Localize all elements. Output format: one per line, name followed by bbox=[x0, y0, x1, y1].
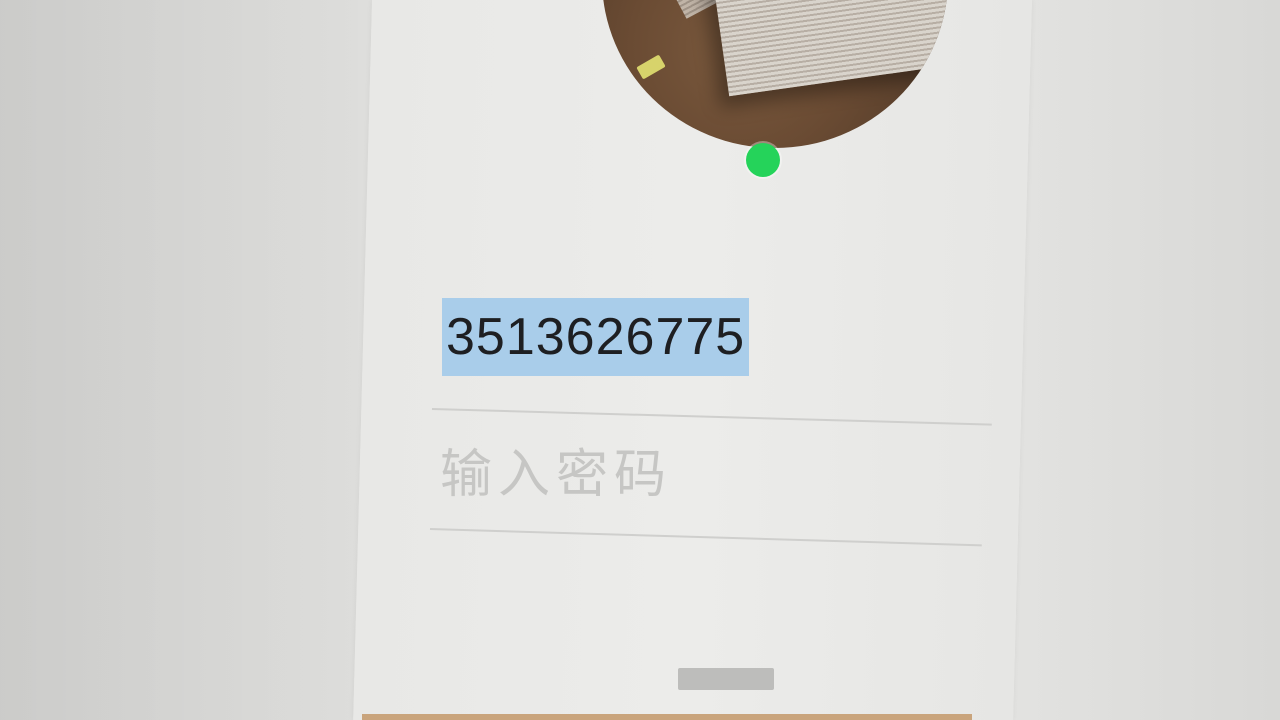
password-field[interactable]: 输入密码 bbox=[436, 430, 976, 520]
online-status-icon bbox=[746, 143, 780, 177]
avatar-bookmark-tab bbox=[636, 54, 666, 80]
avatar-book-page-right bbox=[697, 0, 948, 97]
account-field[interactable]: 3513626775 bbox=[432, 290, 992, 410]
bottom-action-bar[interactable] bbox=[678, 668, 774, 690]
screen: 3513626775 输入密码 bbox=[0, 0, 1280, 720]
left-shadow bbox=[0, 0, 372, 720]
bottom-edge bbox=[362, 714, 972, 720]
account-value[interactable]: 3513626775 bbox=[442, 298, 750, 376]
password-placeholder: 输入密码 bbox=[440, 446, 673, 504]
